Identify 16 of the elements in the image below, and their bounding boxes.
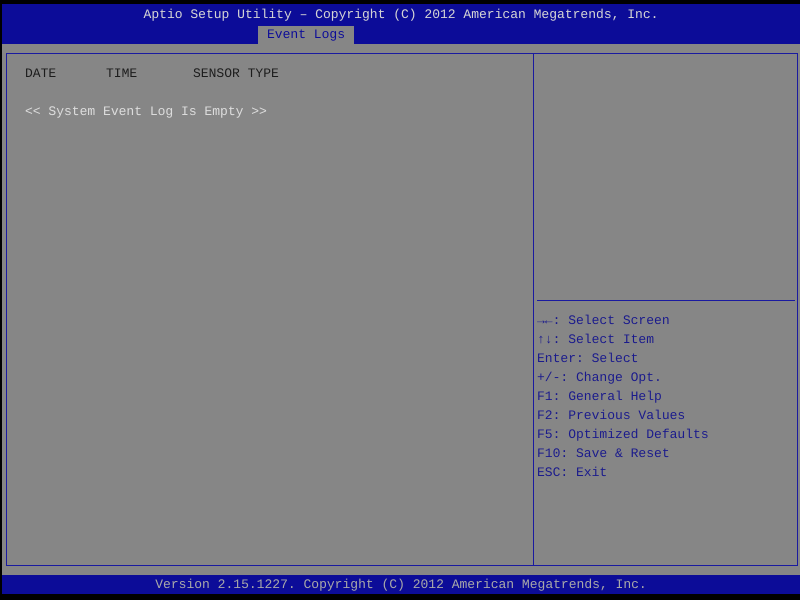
empty-log-message: << System Event Log Is Empty >>	[25, 102, 267, 121]
key-hint: Enter: Select	[537, 350, 638, 368]
column-header: SENSOR TYPE	[193, 66, 279, 81]
tab[interactable]: Event Logs	[258, 26, 354, 44]
key-hint: F10: Save & Reset	[537, 444, 670, 463]
key-hint: +/-: Change Opt.	[537, 368, 662, 387]
version-text: Version 2.15.1227. Copyright (C) 2012 American Megatrends, Inc.	[155, 576, 647, 594]
key-hint: ↑↓: Select Item	[537, 330, 654, 349]
key-hint: F5: Optimized Defaults	[537, 426, 709, 444]
window-title: Aptio Setup Utility – Copyright (C) 2012 American Megatrends, Inc.	[144, 6, 658, 24]
key-hint: ESC: Exit	[537, 464, 608, 482]
column-header: DATE	[25, 66, 56, 81]
key-hint: F2: Previous Values	[537, 406, 686, 425]
column-header: TIME	[106, 66, 138, 81]
key-hint: F1: General Help	[537, 388, 662, 406]
key-hint: →←: Select Screen	[537, 312, 670, 330]
